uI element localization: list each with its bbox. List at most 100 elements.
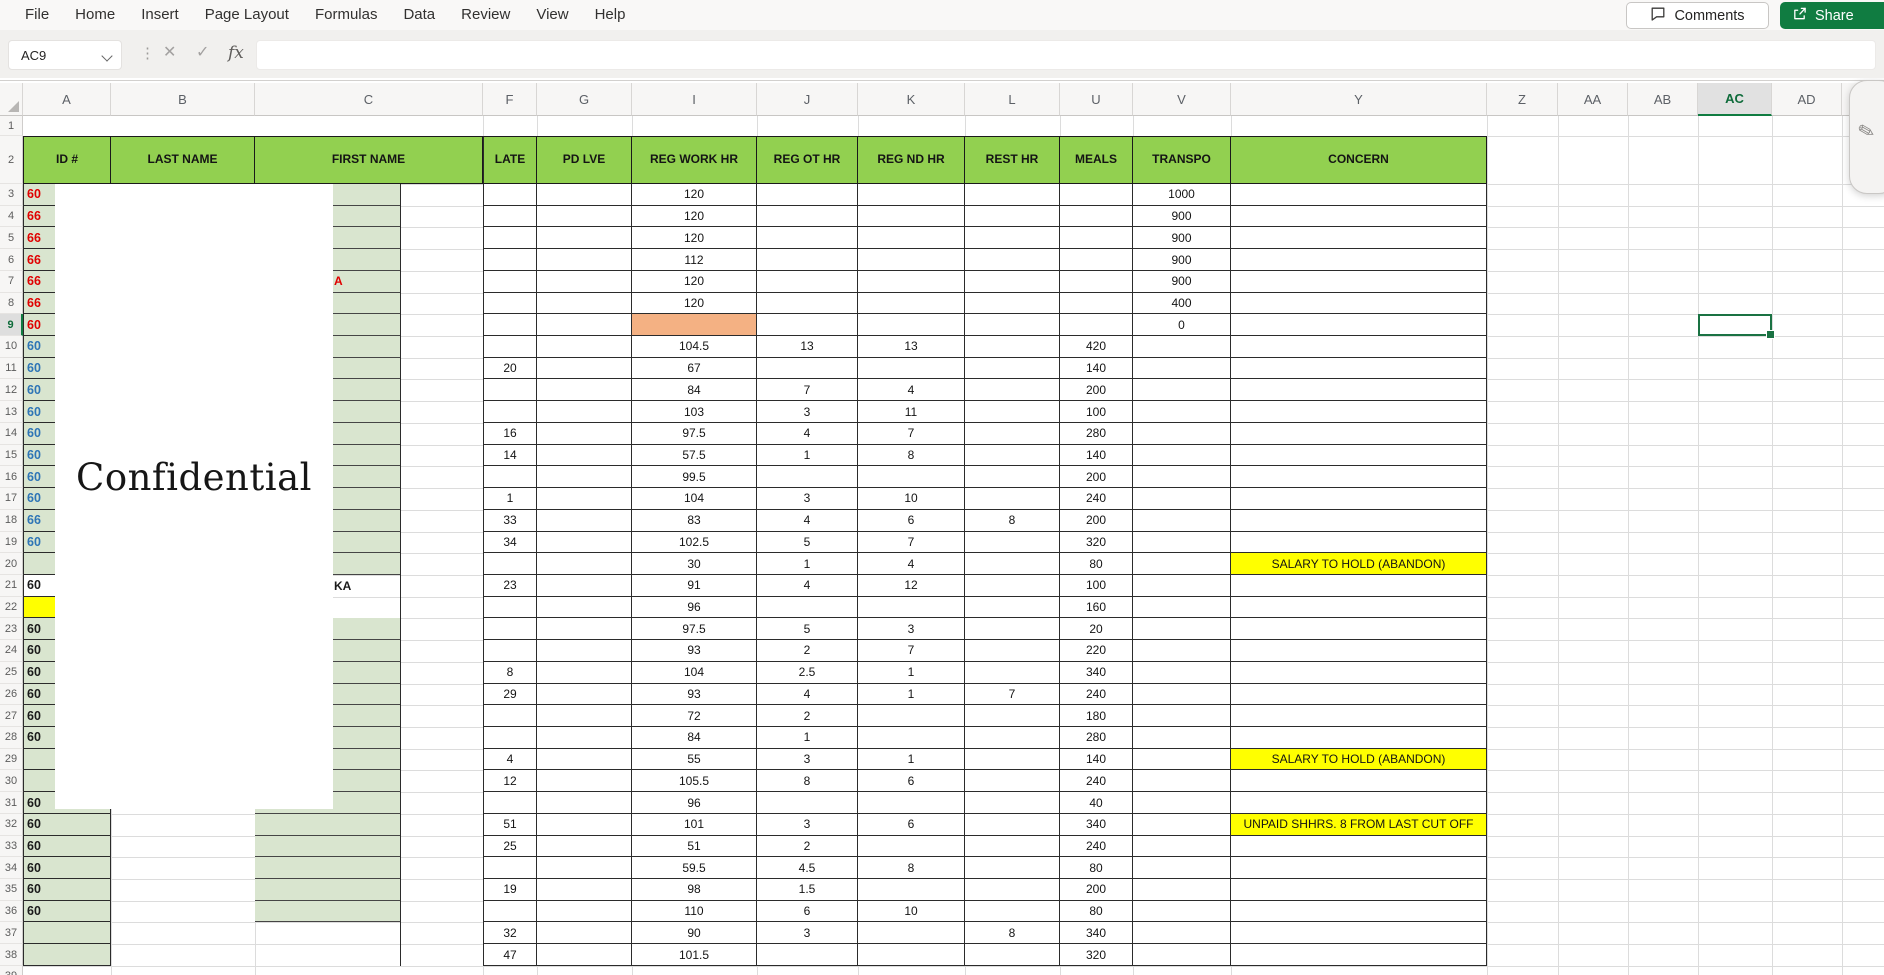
cell-L9[interactable] (965, 314, 1060, 337)
cell-U21[interactable]: 100 (1060, 574, 1133, 597)
cell-I32[interactable]: 101 (632, 813, 757, 836)
cell-G32[interactable] (537, 813, 632, 836)
select-all-corner[interactable] (0, 83, 23, 116)
cell-J7[interactable] (757, 270, 858, 293)
cell-F27[interactable] (483, 705, 537, 727)
cell-I27[interactable]: 72 (632, 705, 757, 727)
header-cell-G[interactable]: PD LVE (537, 136, 632, 184)
cell-C37[interactable] (255, 922, 400, 944)
cell-Y13[interactable] (1231, 401, 1487, 423)
cell-J34[interactable]: 4.5 (757, 857, 858, 880)
cell-Y18[interactable] (1231, 509, 1487, 532)
row-header-16[interactable]: 16 (0, 466, 23, 489)
cell-U3[interactable] (1060, 184, 1133, 206)
menu-tab-page-layout[interactable]: Page Layout (192, 0, 302, 30)
cell-K16[interactable] (858, 466, 965, 489)
row-header-12[interactable]: 12 (0, 379, 23, 402)
row-header-21[interactable]: 21 (0, 574, 23, 597)
cell-G17[interactable] (537, 488, 632, 510)
cell-V18[interactable] (1133, 509, 1231, 532)
cell-F29[interactable]: 4 (483, 748, 537, 771)
cell-J5[interactable] (757, 227, 858, 250)
menu-tab-insert[interactable]: Insert (128, 0, 192, 30)
cell-K32[interactable]: 6 (858, 813, 965, 836)
header-cell-B[interactable]: LAST NAME (111, 136, 255, 184)
cell-F15[interactable]: 14 (483, 444, 537, 467)
menu-tab-home[interactable]: Home (62, 0, 128, 30)
header-cell-A[interactable]: ID # (23, 136, 111, 184)
cell-F9[interactable] (483, 314, 537, 337)
cell-A33[interactable]: 60 (23, 835, 111, 858)
cell-J4[interactable] (757, 205, 858, 228)
column-header-AA[interactable]: AA (1558, 83, 1628, 116)
cell-J17[interactable]: 3 (757, 488, 858, 510)
cell-U19[interactable]: 320 (1060, 531, 1133, 554)
cell-G4[interactable] (537, 205, 632, 228)
cell-F33[interactable]: 25 (483, 835, 537, 858)
cell-L16[interactable] (965, 466, 1060, 489)
cell-K14[interactable]: 7 (858, 422, 965, 445)
cell-L34[interactable] (965, 857, 1060, 880)
cell-K24[interactable]: 7 (858, 640, 965, 662)
cell-A38[interactable] (23, 944, 111, 966)
cell-U30[interactable]: 240 (1060, 770, 1133, 793)
row-header-27[interactable]: 27 (0, 705, 23, 727)
cell-K7[interactable] (858, 270, 965, 293)
cell-F23[interactable] (483, 618, 537, 641)
cell-L33[interactable] (965, 835, 1060, 858)
cell-U16[interactable]: 200 (1060, 466, 1133, 489)
selected-cell-AC9[interactable] (1698, 314, 1775, 340)
cell-L6[interactable] (965, 249, 1060, 271)
cell-L12[interactable] (965, 379, 1060, 402)
cell-U37[interactable]: 340 (1060, 922, 1133, 945)
cell-U5[interactable] (1060, 227, 1133, 250)
cell-G38[interactable] (537, 944, 632, 966)
cell-J33[interactable]: 2 (757, 835, 858, 858)
cell-G34[interactable] (537, 857, 632, 880)
row-header-31[interactable]: 31 (0, 792, 23, 814)
cell-L31[interactable] (965, 792, 1060, 814)
cell-G23[interactable] (537, 618, 632, 641)
cell-K33[interactable] (858, 835, 965, 858)
cell-K9[interactable] (858, 314, 965, 337)
chevron-down-icon[interactable] (101, 50, 113, 62)
cell-G14[interactable] (537, 422, 632, 445)
cell-L21[interactable] (965, 574, 1060, 597)
row-header-15[interactable]: 15 (0, 444, 23, 467)
cell-U20[interactable]: 80 (1060, 553, 1133, 575)
cell-K5[interactable] (858, 227, 965, 250)
row-header-14[interactable]: 14 (0, 422, 23, 445)
cell-K12[interactable]: 4 (858, 379, 965, 402)
cell-I36[interactable]: 110 (632, 900, 757, 923)
cell-Y5[interactable] (1231, 227, 1487, 250)
cell-V10[interactable] (1133, 336, 1231, 358)
formula-bar-options-icon[interactable]: ⋮ (140, 46, 155, 61)
cell-I21[interactable]: 91 (632, 574, 757, 597)
cell-A37[interactable] (23, 922, 111, 945)
header-cell-F[interactable]: LATE (483, 136, 537, 184)
cell-I15[interactable]: 57.5 (632, 444, 757, 467)
cell-U32[interactable]: 340 (1060, 813, 1133, 836)
cell-K34[interactable]: 8 (858, 857, 965, 880)
cell-I22[interactable]: 96 (632, 596, 757, 619)
header-cell-V[interactable]: TRANSPO (1133, 136, 1231, 184)
row-header-18[interactable]: 18 (0, 509, 23, 532)
cell-U10[interactable]: 420 (1060, 336, 1133, 358)
cell-I12[interactable]: 84 (632, 379, 757, 402)
cell-G30[interactable] (537, 770, 632, 793)
row-header-34[interactable]: 34 (0, 857, 23, 880)
cell-V21[interactable] (1133, 574, 1231, 597)
cell-G13[interactable] (537, 401, 632, 423)
cell-C33[interactable] (255, 835, 400, 858)
cell-G12[interactable] (537, 379, 632, 402)
cell-K8[interactable] (858, 292, 965, 315)
cell-J15[interactable]: 1 (757, 444, 858, 467)
cell-Y27[interactable] (1231, 705, 1487, 727)
cell-Y37[interactable] (1231, 922, 1487, 945)
cell-L38[interactable] (965, 944, 1060, 966)
cell-L3[interactable] (965, 184, 1060, 206)
cell-I19[interactable]: 102.5 (632, 531, 757, 554)
cell-A32[interactable]: 60 (23, 813, 111, 836)
cell-V24[interactable] (1133, 640, 1231, 662)
cell-J13[interactable]: 3 (757, 401, 858, 423)
